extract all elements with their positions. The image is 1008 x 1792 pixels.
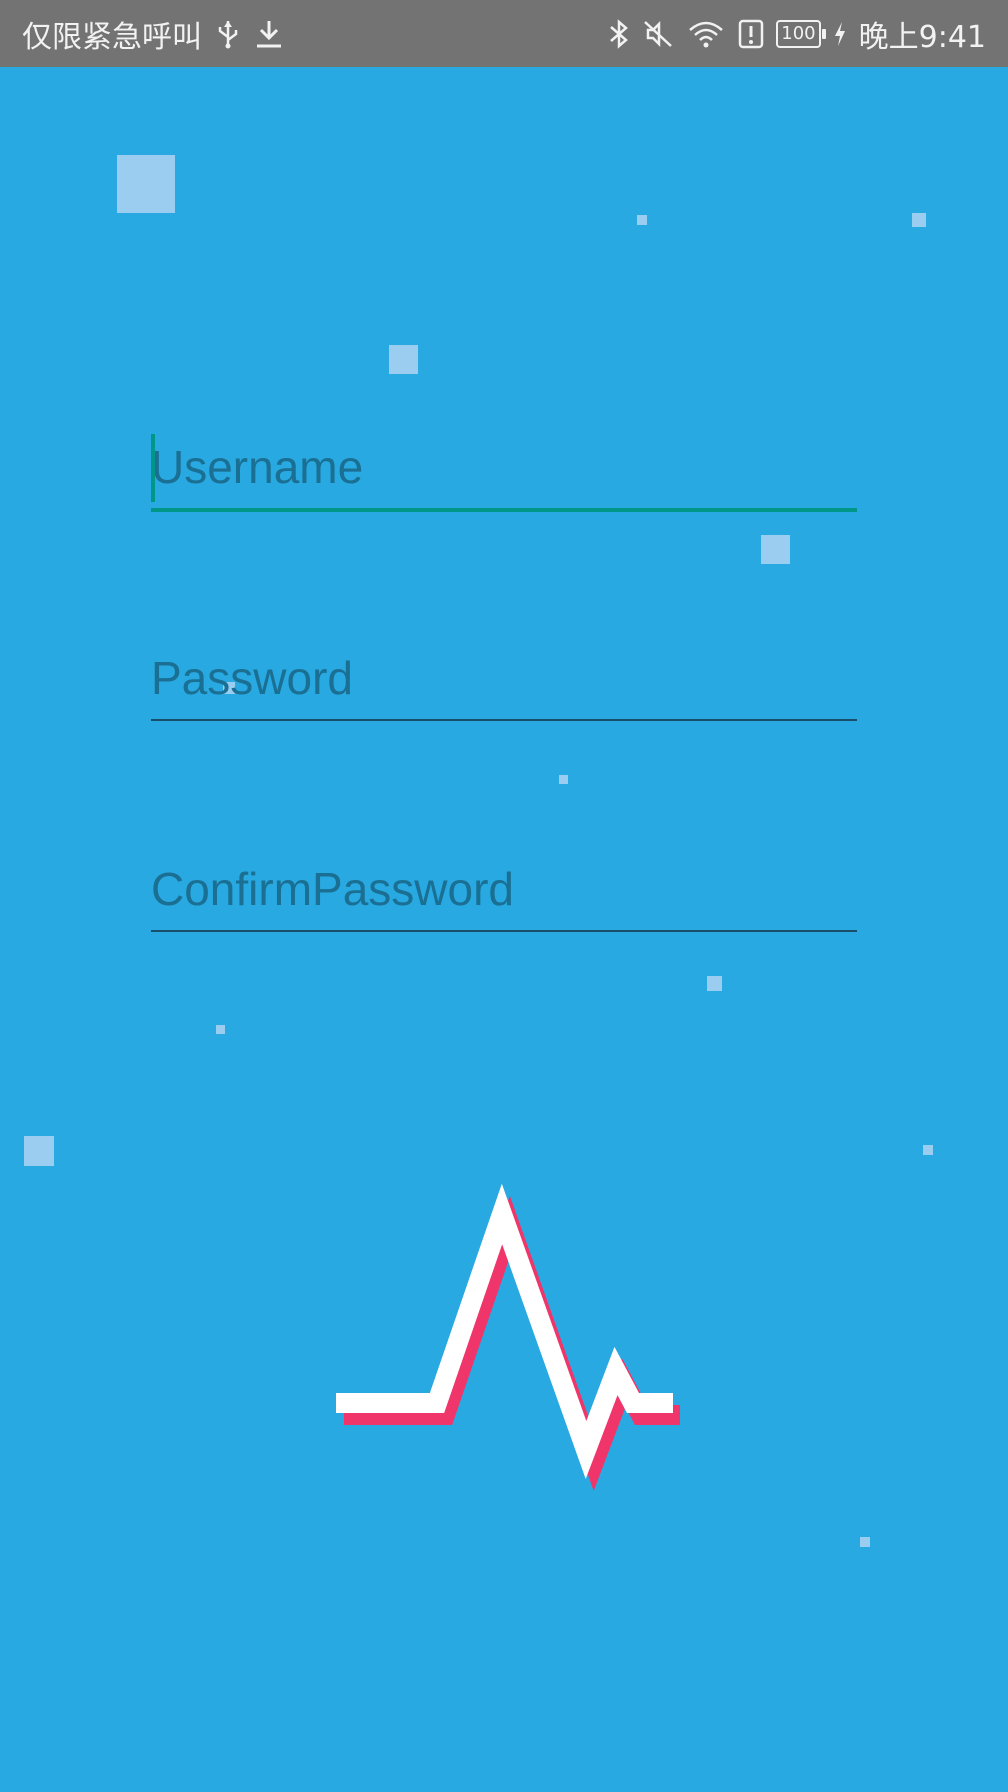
username-field[interactable] bbox=[151, 432, 857, 512]
heartbeat-pulse-icon bbox=[330, 1127, 681, 1517]
decor-square bbox=[860, 1537, 870, 1547]
confirm-password-field[interactable] bbox=[151, 854, 857, 932]
status-right: 100 晚上9:41 bbox=[608, 0, 986, 67]
password-underline bbox=[151, 719, 857, 721]
clock: 晚上9:41 bbox=[858, 19, 986, 55]
status-bar: 仅限紧急呼叫 100 晚上9:41 bbox=[0, 0, 1008, 67]
decor-square bbox=[912, 213, 926, 227]
text-cursor bbox=[151, 434, 155, 502]
battery-icon: 100 bbox=[776, 19, 827, 48]
password-field[interactable] bbox=[151, 643, 857, 721]
confirm-password-input[interactable] bbox=[151, 854, 857, 924]
decor-square bbox=[761, 535, 790, 564]
decor-square bbox=[24, 1136, 54, 1166]
decor-square bbox=[559, 775, 568, 784]
download-icon bbox=[254, 19, 284, 49]
bluetooth-icon bbox=[608, 18, 630, 50]
usb-icon bbox=[216, 19, 240, 49]
alert-icon bbox=[738, 18, 764, 50]
mute-icon bbox=[642, 18, 674, 50]
decor-square bbox=[117, 155, 175, 213]
decor-square bbox=[707, 976, 722, 991]
charging-icon bbox=[833, 21, 847, 47]
status-left: 仅限紧急呼叫 bbox=[22, 0, 284, 67]
wifi-icon bbox=[686, 18, 726, 50]
signup-screen bbox=[0, 67, 1008, 1792]
decor-square bbox=[389, 345, 418, 374]
carrier-text: 仅限紧急呼叫 bbox=[22, 19, 202, 55]
decor-square bbox=[923, 1145, 933, 1155]
battery-level: 100 bbox=[781, 22, 816, 44]
confirm-password-underline bbox=[151, 930, 857, 932]
password-input[interactable] bbox=[151, 643, 857, 713]
username-underline bbox=[151, 508, 857, 512]
decor-square bbox=[637, 215, 647, 225]
username-input[interactable] bbox=[151, 432, 857, 502]
decor-square bbox=[216, 1025, 225, 1034]
